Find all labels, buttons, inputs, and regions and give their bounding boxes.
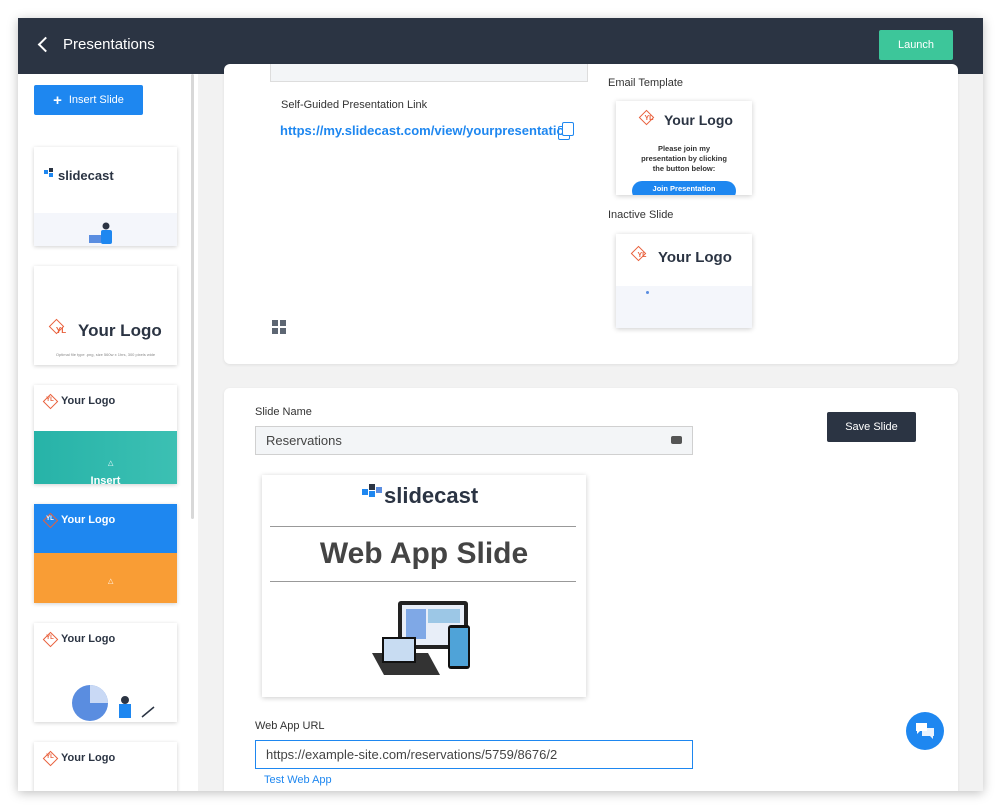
save-slide-button[interactable]: Save Slide: [827, 412, 916, 442]
slide-thumbnail-6[interactable]: YL Your Logo: [34, 742, 177, 791]
email-text: Please join my presentation by clicking …: [641, 144, 727, 173]
back-label: Presentations: [63, 36, 155, 53]
slide-thumbnail-1[interactable]: slidecast: [34, 147, 177, 246]
your-logo: YL Your Logo: [42, 631, 115, 647]
launch-button[interactable]: Launch: [879, 30, 953, 60]
join-presentation-button: Join Presentation: [632, 181, 736, 195]
email-template-label: Email Template: [608, 77, 683, 89]
chat-button[interactable]: [906, 712, 944, 750]
web-app-url-label: Web App URL: [255, 720, 325, 732]
slidecast-logo: slidecast: [358, 481, 478, 511]
email-template-preview[interactable]: YL Your Logo Please join my presentation…: [616, 101, 752, 195]
yl-logo-icon: YL: [42, 631, 58, 647]
pie-chart-illustration: [72, 685, 155, 721]
yl-logo-icon: YL: [42, 393, 58, 409]
email-logo: YL Your Logo: [638, 109, 733, 131]
divider: [270, 526, 576, 527]
keyboard-icon: [671, 436, 682, 444]
plus-icon: +: [53, 91, 62, 109]
logo-text: Your Logo: [658, 248, 732, 266]
dot-indicator: [646, 291, 649, 294]
preview-title: Web App Slide: [319, 537, 529, 570]
yl-logo-icon: YL: [42, 750, 58, 766]
thumbnail-caption: Optimal file type .png, size 560w x 1hrs…: [55, 352, 156, 357]
inactive-logo: YL Your Logo: [630, 245, 732, 269]
chevron-left-icon: [37, 36, 54, 53]
logo-text: Your Logo: [664, 112, 733, 128]
copy-icon[interactable]: [558, 122, 574, 140]
slide-thumbnail-4-selected[interactable]: YL Your Logo △: [34, 504, 177, 603]
inactive-footer: [616, 286, 752, 328]
slide-name-input[interactable]: Reservations: [255, 426, 693, 455]
grid-view-icon[interactable]: [272, 320, 286, 334]
web-app-url-value: https://example-site.com/reservations/57…: [266, 747, 558, 762]
logo-text: Your Logo: [78, 321, 162, 340]
yl-logo-icon: YL: [48, 318, 74, 344]
logo-text: Your Logo: [61, 395, 116, 407]
divider: [270, 581, 576, 582]
presentation-settings-card: Self-Guided Presentation Link https://my…: [224, 64, 958, 364]
back-link[interactable]: Presentations: [36, 36, 155, 53]
self-guided-link[interactable]: https://my.slidecast.com/view/yourpresen…: [280, 123, 572, 138]
inactive-slide-label: Inactive Slide: [608, 209, 674, 221]
logo-text: Your Logo: [61, 752, 116, 764]
teal-band: Insert △: [34, 431, 177, 484]
your-logo: YL Your Logo: [48, 318, 162, 344]
inactive-slide-preview[interactable]: YL Your Logo: [616, 234, 752, 328]
slide-thumbnail-5[interactable]: YL Your Logo: [34, 623, 177, 722]
slide-sidebar: + Insert Slide slidecast YL Your Logo Op…: [18, 74, 199, 791]
slidecast-text: slidecast: [384, 483, 479, 508]
slide-thumbnail-3[interactable]: YL Your Logo Insert △: [34, 385, 177, 484]
slidecast-mark-icon: [362, 484, 382, 497]
test-web-app-link[interactable]: Test Web App: [264, 774, 332, 786]
logo-text: Your Logo: [61, 514, 116, 526]
orange-band: △: [34, 553, 177, 603]
slidecast-text: slidecast: [58, 167, 114, 183]
slide-name-label: Slide Name: [255, 406, 312, 418]
slidecast-logo: slidecast: [42, 167, 114, 183]
band-text: Insert: [90, 475, 121, 484]
slide-name-value: Reservations: [266, 433, 342, 448]
slide-editor-card: Slide Name Reservations Save Slide slide…: [224, 388, 958, 791]
main-content: Self-Guided Presentation Link https://my…: [198, 64, 983, 791]
yl-logo-icon: YL: [638, 109, 660, 131]
your-logo: YL Your Logo: [42, 512, 115, 528]
app-window: Presentations Launch + Insert Slide slid…: [18, 18, 983, 791]
slide-preview: slidecast Web App Slide: [262, 475, 586, 697]
sidebar-scrollbar[interactable]: [191, 74, 194, 519]
warning-icon: △: [108, 578, 114, 585]
slide-thumbnail-2[interactable]: YL Your Logo Optimal file type .png, siz…: [34, 266, 177, 365]
yl-logo-icon: YL: [630, 245, 654, 269]
chat-bubbles-icon: [916, 723, 934, 739]
insert-slide-button[interactable]: + Insert Slide: [34, 85, 143, 115]
person-laptop-icon: [89, 222, 112, 244]
your-logo: YL Your Logo: [42, 393, 115, 409]
cutoff-input[interactable]: [270, 64, 588, 82]
web-app-url-input[interactable]: https://example-site.com/reservations/57…: [255, 740, 693, 769]
devices-illustration: [372, 601, 470, 675]
warning-icon: △: [108, 460, 114, 467]
your-logo: YL Your Logo: [42, 750, 115, 766]
yl-logo-icon: YL: [42, 512, 58, 528]
logo-text: Your Logo: [61, 633, 116, 645]
self-guided-label: Self-Guided Presentation Link: [281, 99, 428, 111]
insert-slide-label: Insert Slide: [68, 94, 124, 106]
